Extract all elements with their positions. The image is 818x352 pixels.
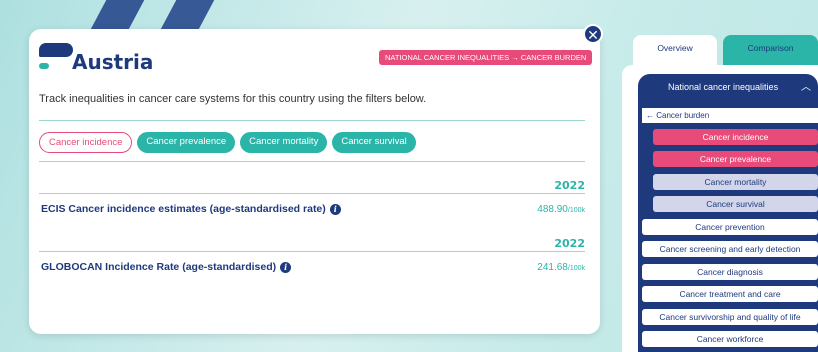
nav-item-diagnosis[interactable]: Cancer diagnosis	[642, 264, 818, 280]
chip-cancer-survival[interactable]: Cancer survival	[332, 132, 416, 153]
nav-back-label: Cancer burden	[656, 111, 710, 120]
breadcrumb-tag: NATIONAL CANCER INEQUALITIES → CANCER BU…	[379, 50, 593, 65]
metric-unit: /100k	[567, 207, 585, 214]
chip-cancer-mortality[interactable]: Cancer mortality	[240, 132, 328, 153]
info-icon[interactable]: i	[329, 204, 341, 215]
filter-chips: Cancer incidence Cancer prevalence Cance…	[39, 132, 416, 153]
nav-sub-item-mortality[interactable]: Cancer mortality	[653, 174, 818, 190]
close-icon: ✕	[587, 28, 599, 44]
info-icon[interactable]: i	[280, 262, 292, 273]
nav-sub-item-incidence[interactable]: Cancer incidence	[653, 129, 818, 145]
chevron-up-icon: ︿	[801, 82, 811, 93]
metric-label: GLOBOCAN Incidence Rate (age-standardise…	[41, 261, 292, 273]
metric-label: ECIS Cancer incidence estimates (age-sta…	[41, 203, 341, 215]
nav-item-workforce[interactable]: Cancer workforce	[642, 331, 818, 347]
arrow-left-icon: ←	[646, 111, 657, 120]
chip-cancer-incidence[interactable]: Cancer incidence	[39, 132, 133, 153]
metric-label-text: ECIS Cancer incidence estimates (age-sta…	[41, 203, 326, 215]
divider	[39, 251, 585, 252]
nav-header-label: National cancer inequalities	[668, 82, 779, 92]
country-title: Austria	[72, 50, 154, 74]
nav-header[interactable]: National cancer inequalities ︿	[638, 74, 818, 101]
divider	[39, 161, 585, 162]
divider	[39, 120, 585, 121]
tab-overview[interactable]: Overview	[633, 35, 718, 65]
metric-year: 2022	[554, 179, 585, 192]
nav-item-treatment[interactable]: Cancer treatment and care	[642, 286, 818, 302]
divider	[39, 193, 585, 194]
card-description: Track inequalities in cancer care system…	[39, 93, 427, 105]
metric-value-number: 488.90	[537, 204, 568, 215]
metric-value: 488.90/100k	[537, 204, 585, 215]
view-tabs: Overview Comparison	[633, 35, 818, 65]
country-card: Austria NATIONAL CANCER INEQUALITIES → C…	[29, 29, 600, 334]
chip-cancer-prevalence[interactable]: Cancer prevalence	[137, 132, 236, 153]
metric-value-number: 241.68	[537, 262, 568, 273]
close-button[interactable]: ✕	[583, 24, 603, 44]
nav-sub-item-prevalence[interactable]: Cancer prevalence	[653, 151, 818, 167]
nav-back-item[interactable]: ← Cancer burden	[642, 108, 818, 123]
nav-item-screening[interactable]: Cancer screening and early detection	[642, 241, 818, 257]
nav-sub-item-survival[interactable]: Cancer survival	[653, 196, 818, 212]
metric-unit: /100k	[567, 265, 585, 272]
nav-item-survivorship[interactable]: Cancer survivorship and quality of life	[642, 309, 818, 325]
metric-label-text: GLOBOCAN Incidence Rate (age-standardise…	[41, 261, 277, 273]
nav-item-prevention[interactable]: Cancer prevention	[642, 219, 818, 235]
tab-comparison[interactable]: Comparison	[723, 35, 818, 65]
logo-icon	[39, 43, 73, 73]
metric-year: 2022	[554, 237, 585, 250]
metric-value: 241.68/100k	[537, 262, 585, 273]
